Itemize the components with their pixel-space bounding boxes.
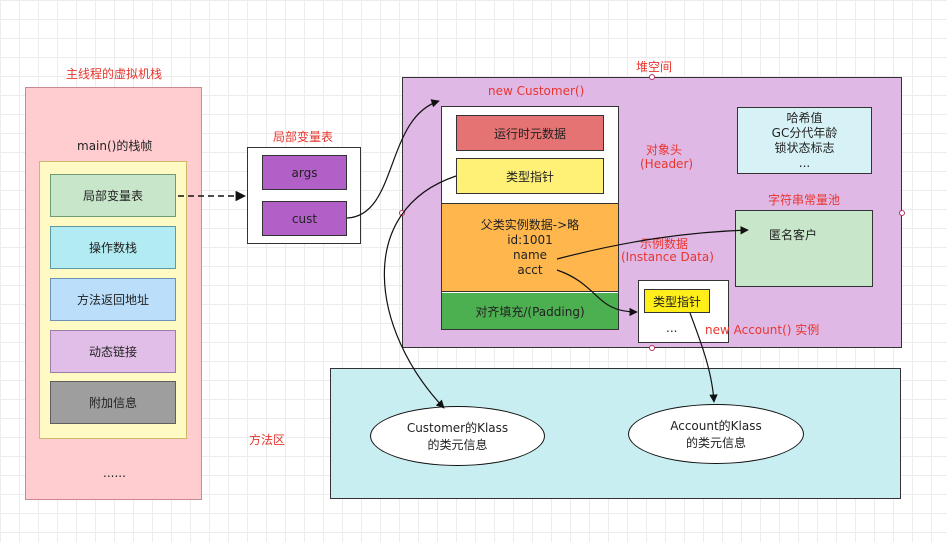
instance-line-parent: 父类实例数据->略 (480, 218, 580, 232)
customer-klass[interactable]: Customer的Klass 的类元信息 (370, 406, 545, 466)
new-customer-label: new Customer() (488, 84, 585, 98)
hash-line-1: 哈希值 (786, 110, 823, 125)
hash-line-3: 锁状态标志 (774, 140, 835, 155)
frame-operand-stack[interactable]: 操作数栈 (50, 226, 176, 269)
account-ellipsis: ... (666, 321, 678, 335)
account-type-pointer[interactable]: 类型指针 (644, 289, 710, 313)
hash-line-4: ... (798, 155, 811, 170)
stack-ellipsis: ...... (103, 466, 126, 480)
padding-block[interactable]: 对齐填充/(Padding) (442, 293, 618, 329)
account-klass[interactable]: Account的Klass 的类元信息 (628, 404, 804, 464)
customer-instance-data[interactable]: 父类实例数据->略 id:1001 name acct (442, 203, 618, 292)
instance-line-name: name (512, 248, 548, 262)
frame-local-vars[interactable]: 局部变量表 (50, 174, 176, 217)
hash-line-2: GC分代年龄 (771, 125, 838, 140)
heap-title: 堆空间 (636, 60, 673, 74)
var-args[interactable]: args (262, 155, 347, 190)
header-label-1: 对象头 (646, 143, 683, 157)
account-klass-line-2: 的类元信息 (685, 436, 746, 450)
string-pool[interactable] (735, 210, 873, 287)
customer-klass-line-2: 的类元信息 (427, 438, 488, 452)
frame-extra-info[interactable]: 附加信息 (50, 381, 176, 424)
var-cust[interactable]: cust (262, 201, 347, 236)
frame-dynamic-link[interactable]: 动态链接 (50, 330, 176, 373)
heap-connector-top (649, 74, 655, 80)
thread-vm-title: 主线程的虚拟机栈 (66, 67, 163, 81)
customer-type-pointer[interactable]: 类型指针 (456, 158, 604, 194)
frame-return-address[interactable]: 方法返回地址 (50, 278, 176, 321)
hash-info-box[interactable]: 哈希值 GC分代年龄 锁状态标志 ... (737, 107, 872, 174)
local-vars-title: 局部变量表 (273, 130, 334, 144)
string-pool-value: 匿名客户 (769, 228, 818, 242)
account-klass-line-1: Account的Klass (670, 419, 762, 433)
main-frame-title: main()的栈帧 (77, 139, 153, 153)
method-area-title: 方法区 (249, 433, 286, 447)
header-label-2: (Header) (640, 157, 694, 171)
instance-line-id: id:1001 (507, 233, 553, 247)
account-label: new Account() 实例 (705, 323, 820, 337)
instance-line-acct: acct (517, 263, 543, 277)
runtime-metadata[interactable]: 运行时元数据 (456, 115, 604, 151)
customer-klass-line-1: Customer的Klass (406, 421, 509, 435)
instance-label-2: (Instance Data) (621, 250, 714, 264)
string-pool-title: 字符串常量池 (768, 193, 841, 207)
heap-connector-left (399, 210, 405, 216)
heap-connector-right (899, 210, 905, 216)
heap-connector-bottom (649, 345, 655, 351)
